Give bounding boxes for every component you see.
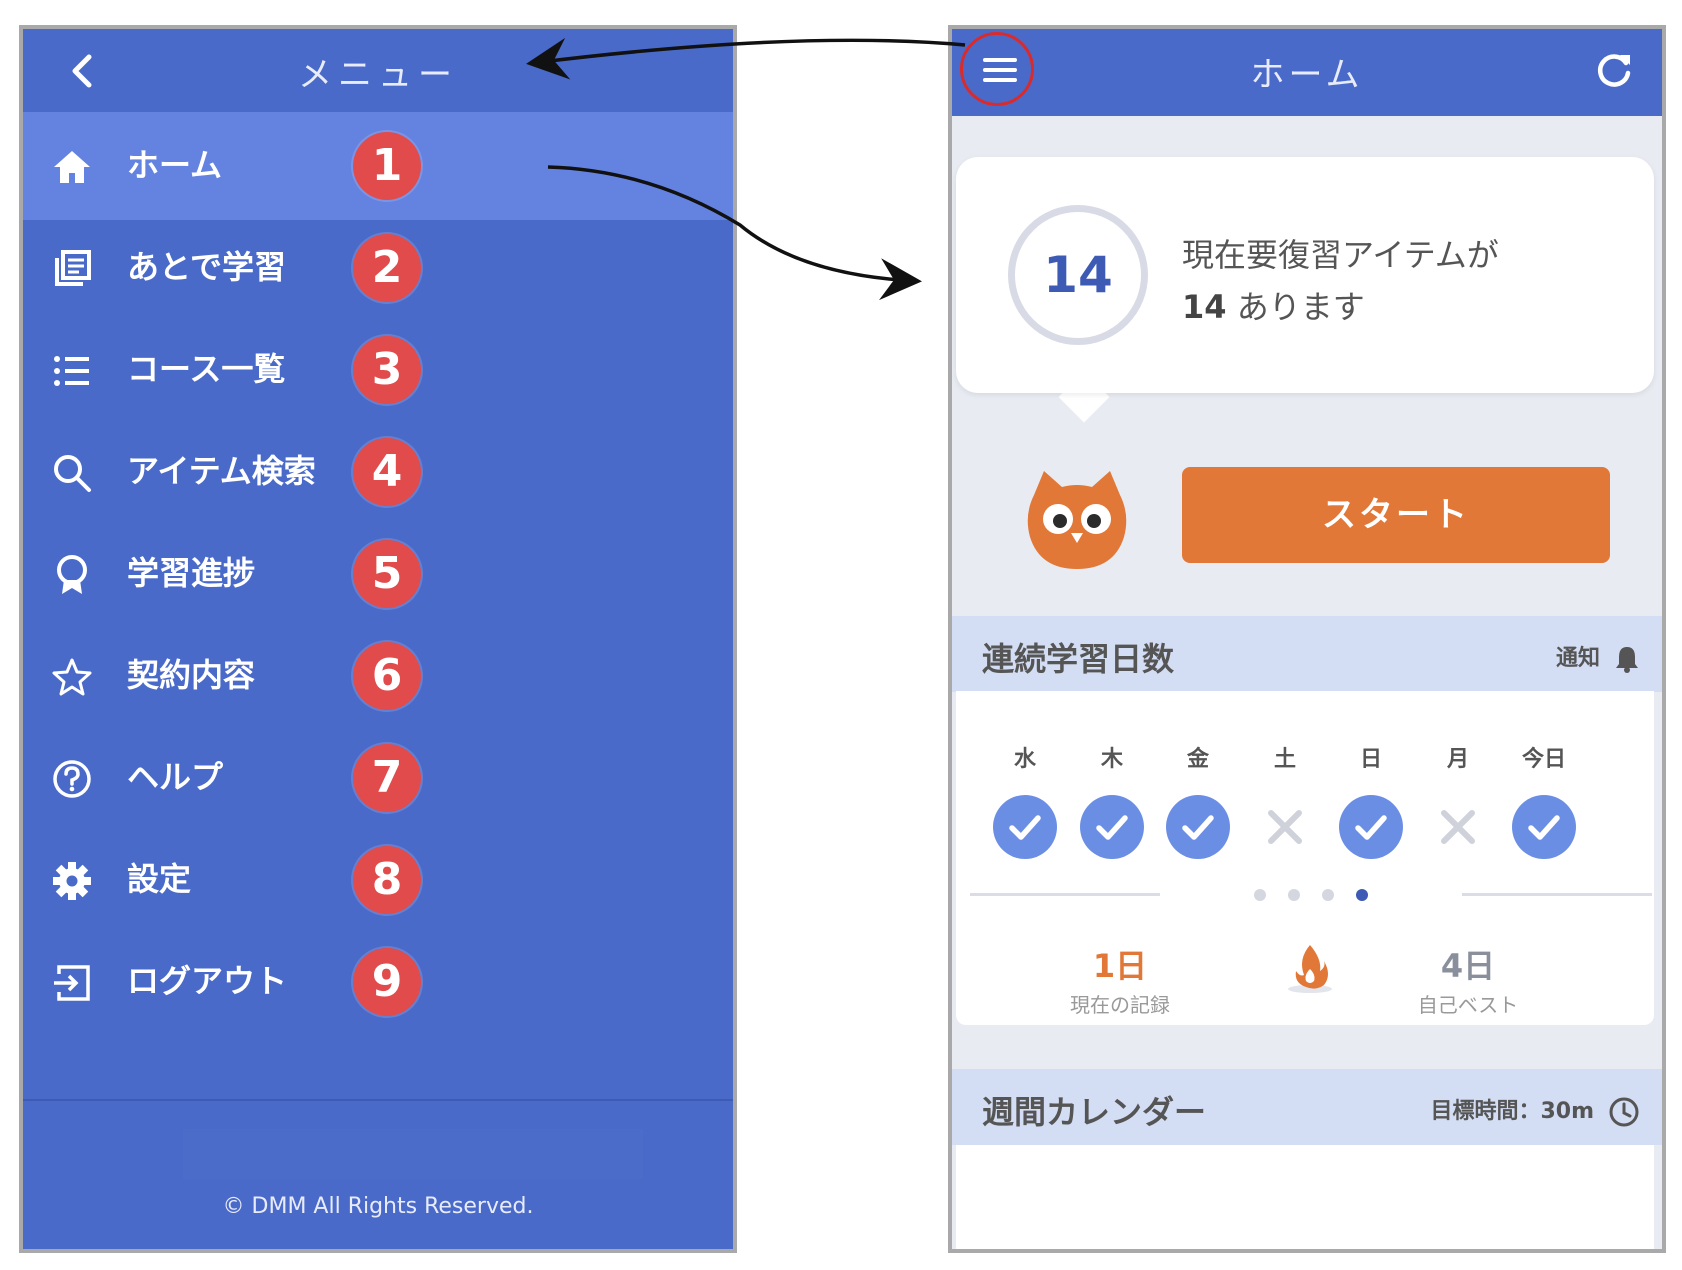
step-badge: 4	[353, 438, 421, 506]
calendar-body	[956, 1145, 1654, 1249]
cross-icon	[1268, 810, 1302, 844]
menu-item-logout[interactable]: ログアウト 9	[23, 928, 733, 1036]
flame-icon	[1288, 945, 1332, 993]
calendar-title: 週間カレンダー	[982, 1093, 1207, 1131]
star-icon	[52, 658, 92, 696]
menu-item-home[interactable]: ホーム 1	[23, 112, 733, 220]
current-record-label: 現在の記録	[1070, 993, 1170, 1017]
refresh-icon[interactable]	[1592, 49, 1636, 93]
list-icon	[54, 356, 89, 386]
menu-item-item-search[interactable]: アイテム検索 4	[23, 418, 733, 526]
pager-dot-active[interactable]	[1356, 889, 1368, 901]
streak-section-header: 連続学習日数 通知	[952, 616, 1662, 692]
check-icon	[1080, 795, 1144, 859]
check-icon	[1512, 795, 1576, 859]
review-count-ring: 14	[1008, 205, 1148, 345]
review-message: 現在要復習アイテムが 14 あります	[1182, 229, 1499, 333]
study-later-icon	[55, 250, 91, 286]
logout-icon	[54, 965, 90, 1001]
pager-dot[interactable]	[1322, 889, 1334, 901]
day-label: 日	[1359, 747, 1382, 772]
goal-time-label: 目標時間：30m	[1430, 1099, 1594, 1124]
step-badge: 7	[353, 744, 421, 812]
streak-card: 水 木 金 土 日 月 今日 1日 現在の記録 4日 自己ベスト	[956, 691, 1654, 1025]
step-badge: 6	[353, 642, 421, 710]
best-record-label: 自己ベスト	[1417, 993, 1519, 1017]
ribbon-icon	[57, 555, 87, 594]
owl-mascot-icon	[1027, 471, 1127, 569]
start-button[interactable]: スタート	[1182, 467, 1610, 563]
menu-item-label: 契約内容	[127, 656, 256, 694]
step-badge: 9	[353, 948, 421, 1016]
review-card: 14 現在要復習アイテムが 14 あります	[956, 157, 1654, 393]
copyright: © DMM All Rights Reserved.	[222, 1194, 534, 1219]
step-badge: 5	[353, 540, 421, 608]
step-badge: 1	[353, 132, 421, 200]
menu-item-label: アイテム検索	[127, 452, 316, 490]
step-badge: 2	[353, 234, 421, 302]
menu-item-label: ヘルプ	[127, 758, 224, 796]
day-label: 木	[1100, 747, 1123, 772]
review-line2-text: あります	[1236, 288, 1365, 326]
step-badge: 8	[353, 846, 421, 914]
search-icon	[54, 455, 91, 492]
home-header: ホーム	[952, 29, 1662, 116]
home-screen: ホーム 14 現在要復習アイテムが 14 あります スタート 連続学習日数 通知…	[948, 25, 1666, 1253]
goal-time[interactable]: 目標時間：30m	[1430, 1093, 1640, 1128]
menu-item-settings[interactable]: 設定 8	[23, 826, 733, 934]
day-label: 金	[1186, 747, 1209, 772]
menu-item-label: あとで学習	[127, 248, 287, 286]
menu-item-contract[interactable]: 契約内容 6	[23, 622, 733, 730]
divider-line	[970, 893, 1160, 896]
day-label: 土	[1273, 747, 1296, 772]
current-record-value: 1日	[1092, 947, 1148, 985]
day-label: 月	[1446, 747, 1469, 772]
best-record-value: 4日	[1440, 947, 1496, 985]
day-label: 今日	[1521, 747, 1566, 772]
menu-item-study-later[interactable]: あとで学習 2	[23, 214, 733, 322]
check-icon	[993, 795, 1057, 859]
menu-item-label: 設定	[127, 860, 192, 898]
menu-item-label: コース一覧	[127, 350, 286, 388]
divider-line	[1462, 893, 1652, 896]
clock-icon	[1609, 1097, 1639, 1127]
pager-dot[interactable]	[1254, 889, 1266, 901]
menu-header: メニュー	[23, 29, 733, 116]
footer-banner	[183, 1129, 643, 1179]
menu-divider	[23, 1099, 733, 1101]
home-icon	[54, 151, 90, 183]
menu-item-help[interactable]: ヘルプ 7	[23, 724, 733, 832]
help-icon	[53, 760, 91, 798]
step-badge: 3	[353, 336, 421, 404]
streak-title: 連続学習日数	[982, 640, 1175, 678]
check-icon	[1166, 795, 1230, 859]
calendar-section-header: 週間カレンダー 目標時間：30m	[952, 1069, 1662, 1145]
gear-icon	[53, 862, 91, 900]
cross-icon	[1441, 810, 1475, 844]
menu-item-label: 学習進捗	[127, 554, 256, 592]
notify-toggle[interactable]: 通知	[1556, 640, 1640, 673]
review-line1: 現在要復習アイテムが	[1182, 236, 1499, 274]
menu-item-label: ホーム	[127, 146, 223, 184]
check-icon	[1339, 795, 1403, 859]
day-label: 水	[1013, 747, 1036, 772]
menu-item-label: ログアウト	[127, 962, 288, 1000]
review-count: 14	[1043, 246, 1113, 304]
review-line2: 14 あります	[1182, 281, 1499, 333]
menu-screen: メニュー ホーム 1 あとで学習 2 コース一覧 3 アイテム検索 4 学習進捗…	[19, 25, 737, 1253]
bell-icon	[1616, 647, 1638, 673]
home-title: ホーム	[1250, 55, 1364, 95]
pager-dot[interactable]	[1288, 889, 1300, 901]
menu-item-progress[interactable]: 学習進捗 5	[23, 520, 733, 628]
menu-title: メニュー	[298, 55, 458, 95]
review-line2-count: 14	[1182, 288, 1227, 326]
menu-item-course-list[interactable]: コース一覧 3	[23, 316, 733, 424]
notify-label: 通知	[1555, 646, 1600, 671]
